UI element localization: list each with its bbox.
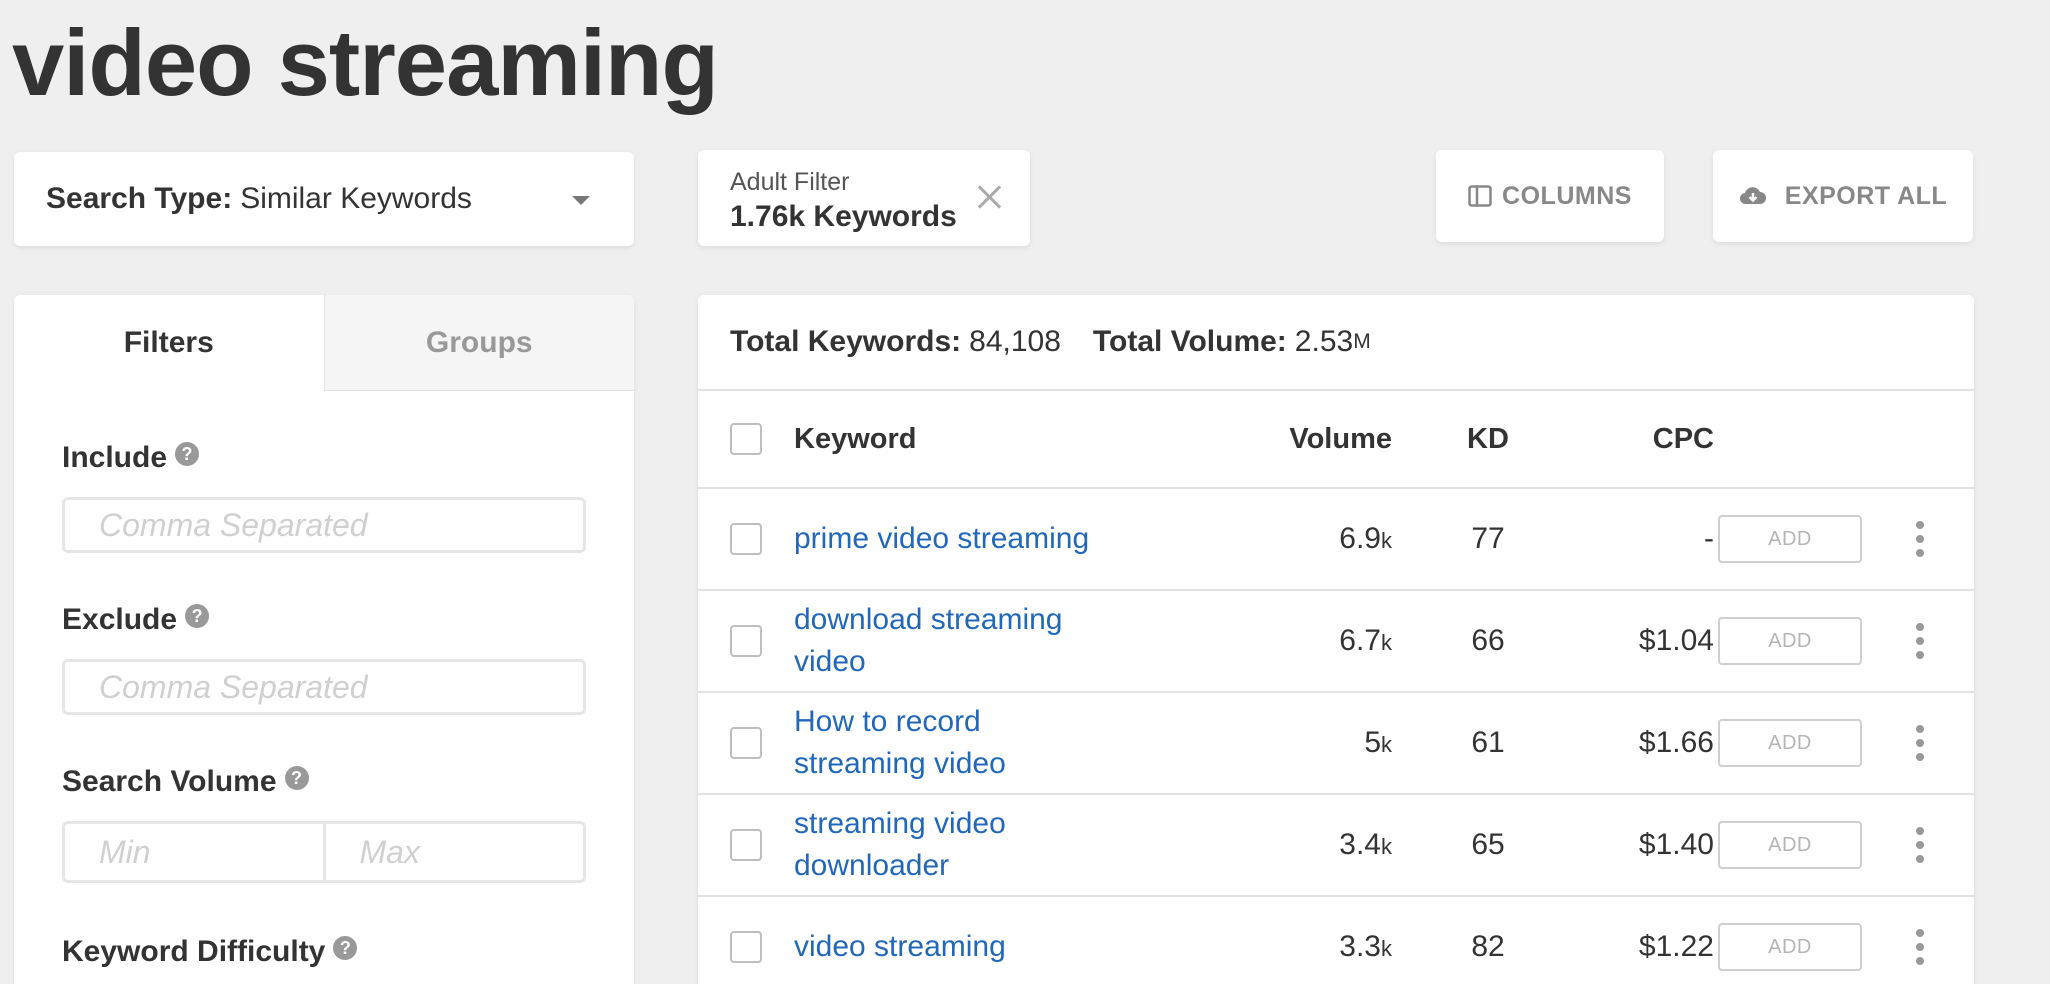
filters-sidebar: Filters Groups Include ? Comma Separated… bbox=[14, 295, 634, 984]
adult-filter-chip[interactable]: Adult Filter 1.76k Keywords bbox=[698, 150, 1030, 246]
volume-cell: 6.9k bbox=[1339, 522, 1392, 555]
total-keywords-value: 84,108 bbox=[969, 325, 1061, 358]
add-button[interactable]: ADD bbox=[1718, 515, 1862, 563]
search-volume-label-text: Search Volume bbox=[62, 765, 277, 798]
help-icon[interactable]: ? bbox=[333, 936, 358, 960]
keyword-link[interactable]: How to record streaming video bbox=[794, 701, 1134, 785]
tab-filters[interactable]: Filters bbox=[14, 295, 324, 391]
more-vertical-icon[interactable] bbox=[1914, 929, 1926, 965]
adult-filter-count: 1.76k Keywords bbox=[730, 200, 957, 233]
search-type-dropdown[interactable]: Search Type: Similar Keywords bbox=[14, 152, 634, 246]
totals-bar: Total Keywords: 84,108 Total Volume: 2.5… bbox=[698, 295, 1974, 391]
row-checkbox[interactable] bbox=[730, 727, 762, 759]
cpc-cell: $1.22 bbox=[1638, 930, 1714, 963]
exclude-label-text: Exclude bbox=[62, 603, 178, 636]
exclude-label: Exclude ? bbox=[62, 603, 210, 637]
volume-min-input[interactable]: Min bbox=[65, 824, 323, 880]
page-title: video streaming bbox=[12, 10, 719, 115]
adult-filter-label: Adult Filter bbox=[730, 168, 850, 196]
columns-label: COLUMNS bbox=[1502, 181, 1632, 210]
header-volume[interactable]: Volume bbox=[1258, 423, 1392, 456]
row-checkbox[interactable] bbox=[730, 931, 762, 963]
more-vertical-icon[interactable] bbox=[1914, 827, 1926, 863]
include-input[interactable]: Comma Separated bbox=[62, 497, 586, 553]
volume-cell: 3.4k bbox=[1339, 828, 1392, 861]
more-vertical-icon[interactable] bbox=[1914, 725, 1926, 761]
table-row: prime video streaming 6.9k 77 - ADD bbox=[698, 489, 1974, 591]
table-row: download streaming video 6.7k 66 $1.04 AD… bbox=[698, 591, 1974, 693]
keyword-link[interactable]: prime video streaming bbox=[794, 518, 1134, 560]
add-button[interactable]: ADD bbox=[1718, 821, 1862, 869]
header-keyword[interactable]: Keyword bbox=[794, 418, 1134, 460]
tab-groups[interactable]: Groups bbox=[323, 295, 634, 391]
keywords-table: Total Keywords: 84,108 Total Volume: 2.5… bbox=[698, 295, 1974, 984]
kd-cell: 65 bbox=[1471, 828, 1505, 861]
close-icon[interactable] bbox=[976, 184, 1002, 210]
row-checkbox[interactable] bbox=[730, 625, 762, 657]
keyword-link[interactable]: streaming video downloader bbox=[794, 803, 1134, 887]
row-checkbox[interactable] bbox=[730, 523, 762, 555]
help-icon[interactable]: ? bbox=[185, 604, 210, 628]
keyword-difficulty-label-text: Keyword Difficulty bbox=[62, 935, 326, 968]
include-label-text: Include bbox=[62, 441, 168, 474]
table-row: How to record streaming video 5k 61 $1.66… bbox=[698, 693, 1974, 795]
total-keywords-label: Total Keywords: bbox=[730, 325, 962, 358]
kd-cell: 82 bbox=[1471, 930, 1505, 963]
more-vertical-icon[interactable] bbox=[1914, 521, 1926, 557]
table-row: streaming video downloader 3.4k 65 $1.40 … bbox=[698, 795, 1974, 897]
cpc-cell: $1.04 bbox=[1638, 624, 1714, 657]
keyword-difficulty-label: Keyword Difficulty ? bbox=[62, 935, 358, 969]
more-vertical-icon[interactable] bbox=[1914, 623, 1926, 659]
kd-cell: 77 bbox=[1471, 522, 1505, 555]
cpc-cell: $1.40 bbox=[1638, 828, 1714, 861]
search-type-value: Similar Keywords bbox=[240, 182, 472, 215]
add-button[interactable]: ADD bbox=[1718, 719, 1862, 767]
kd-cell: 66 bbox=[1471, 624, 1505, 657]
total-volume-unit: M bbox=[1353, 330, 1371, 353]
caret-down-icon bbox=[572, 196, 590, 205]
total-volume-label: Total Volume: bbox=[1092, 325, 1287, 358]
volume-cell: 3.3k bbox=[1339, 930, 1392, 963]
sidebar-tabs: Filters Groups bbox=[14, 295, 634, 391]
keyword-link[interactable]: download streaming video bbox=[794, 599, 1134, 683]
select-all-checkbox[interactable] bbox=[730, 423, 762, 455]
total-volume-value: 2.53 bbox=[1294, 325, 1354, 358]
cloud-download-icon bbox=[1739, 185, 1767, 207]
volume-cell: 6.7k bbox=[1339, 624, 1392, 657]
include-label: Include ? bbox=[62, 441, 200, 475]
header-cpc[interactable]: CPC bbox=[1578, 423, 1714, 456]
volume-max-input[interactable]: Max bbox=[322, 824, 584, 880]
columns-icon bbox=[1468, 185, 1492, 207]
keyword-link[interactable]: video streaming bbox=[794, 926, 1134, 968]
header-kd[interactable]: KD bbox=[1428, 423, 1548, 456]
add-button[interactable]: ADD bbox=[1718, 617, 1862, 665]
exclude-input[interactable]: Comma Separated bbox=[62, 659, 586, 715]
search-type-label: Search Type: bbox=[46, 182, 233, 215]
cpc-cell: $1.66 bbox=[1638, 726, 1714, 759]
columns-button[interactable]: COLUMNS bbox=[1436, 150, 1664, 242]
table-header: Keyword Volume KD CPC bbox=[698, 391, 1974, 489]
help-icon[interactable]: ? bbox=[175, 442, 200, 466]
export-all-label: EXPORT ALL bbox=[1784, 181, 1948, 210]
add-button[interactable]: ADD bbox=[1718, 923, 1862, 971]
cpc-cell: - bbox=[1704, 522, 1714, 555]
export-all-button[interactable]: EXPORT ALL bbox=[1713, 150, 1973, 242]
search-volume-range: Min Max bbox=[62, 821, 586, 883]
row-checkbox[interactable] bbox=[730, 829, 762, 861]
volume-cell: 5k bbox=[1364, 726, 1392, 759]
table-row: video streaming 3.3k 82 $1.22 ADD bbox=[698, 897, 1974, 984]
help-icon[interactable]: ? bbox=[284, 766, 309, 790]
search-volume-label: Search Volume ? bbox=[62, 765, 309, 799]
kd-cell: 61 bbox=[1471, 726, 1505, 759]
